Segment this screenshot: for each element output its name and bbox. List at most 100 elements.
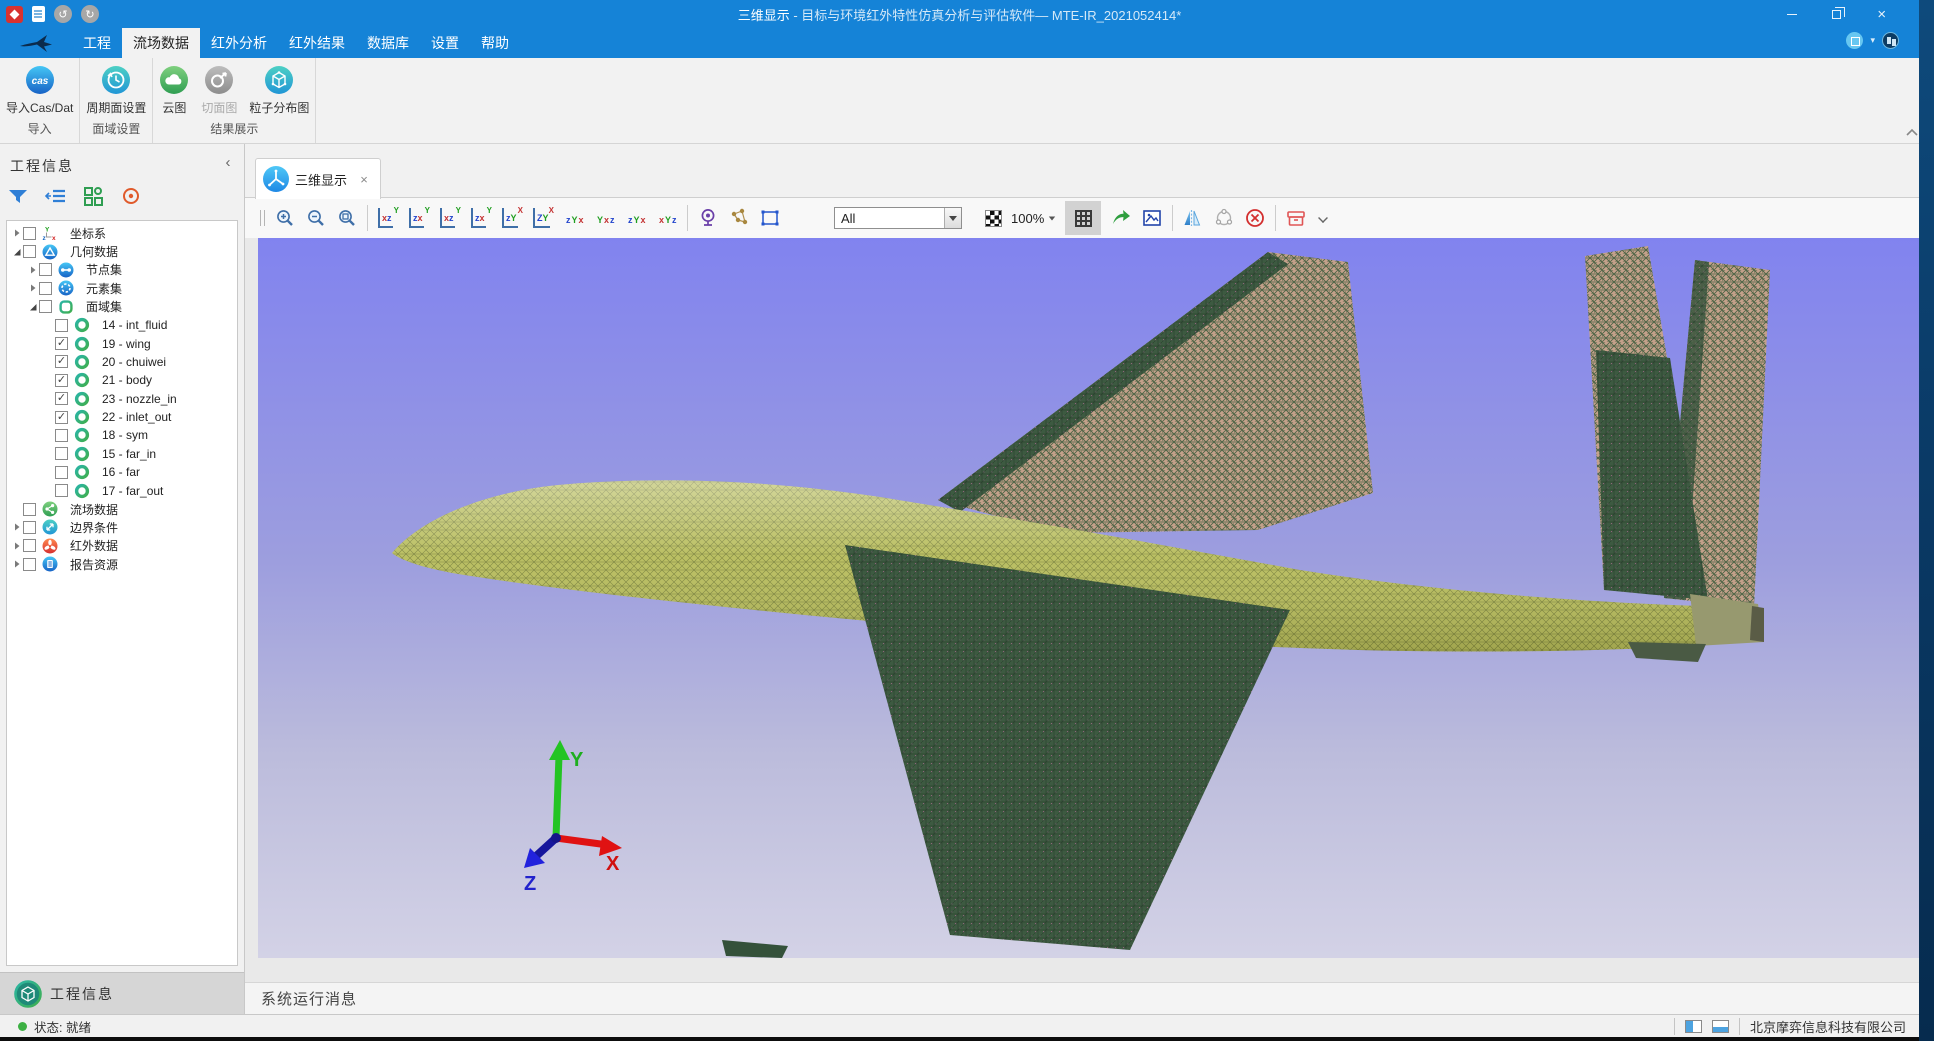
view-axis-button-1[interactable]: xzY: [377, 208, 399, 228]
export-share-button[interactable]: [1110, 207, 1132, 229]
checkbox-face-17-far_out[interactable]: [55, 484, 68, 497]
restore-button[interactable]: [1814, 0, 1859, 28]
tree-item-face-20-chuiwei[interactable]: ✓20 - chuiwei: [7, 353, 237, 371]
filter-icon[interactable]: [6, 186, 30, 206]
locate-target-icon[interactable]: [120, 186, 144, 206]
combobox-dropdown-icon[interactable]: [944, 208, 961, 228]
checkbox-boundary-conditions[interactable]: [23, 521, 36, 534]
tree-item-face-set[interactable]: 面域集: [7, 298, 237, 316]
tree-item-geometry-data[interactable]: 几何数据: [7, 242, 237, 260]
delete-button[interactable]: [1244, 207, 1266, 229]
tree-collapsed-arrow-icon[interactable]: [27, 282, 39, 294]
checkbox-face-15-far_in[interactable]: [55, 447, 68, 460]
view-axis-button-6[interactable]: ZYX: [532, 208, 554, 228]
snapshot-button[interactable]: [1141, 207, 1163, 229]
ribbon-button-slice[interactable]: 切面图: [195, 63, 243, 116]
checkbox-face-21-body[interactable]: ✓: [55, 374, 68, 387]
tab-3d-display[interactable]: 三维显示 ×: [255, 158, 381, 199]
zoom-level-dropdown[interactable]: 100%: [1011, 211, 1056, 226]
tree-collapsed-arrow-icon[interactable]: [11, 521, 23, 533]
viewport-3d[interactable]: Y X Z: [258, 238, 1919, 958]
ribbon-button-particle[interactable]: 粒子分布图: [243, 63, 315, 116]
zoom-in-button[interactable]: [274, 207, 296, 229]
checkbox-geometry-data[interactable]: [23, 245, 36, 258]
checkbox-node-set[interactable]: [39, 263, 52, 276]
checkbox-report-resources[interactable]: [23, 558, 36, 571]
tab-close-icon[interactable]: ×: [357, 172, 371, 187]
grid-view-icon[interactable]: [82, 186, 106, 206]
layout-bottom-panel-icon[interactable]: [1712, 1020, 1729, 1033]
ribbon-button-cas[interactable]: cas导入Cas/Dat: [0, 63, 79, 116]
menu-item-4[interactable]: 红外结果: [278, 28, 356, 58]
mesh-grid-toggle-button[interactable]: [1065, 201, 1101, 235]
view-axis-button-4[interactable]: zxY: [470, 208, 492, 228]
view-axis-button-3[interactable]: xzY: [439, 208, 461, 228]
checkbox-flow-field-data[interactable]: [23, 503, 36, 516]
checkbox-face-20-chuiwei[interactable]: ✓: [55, 355, 68, 368]
zoom-fit-button[interactable]: [336, 207, 358, 229]
tree-item-face-22-inlet_out[interactable]: ✓22 - inlet_out: [7, 408, 237, 426]
style-button[interactable]: [1846, 32, 1863, 49]
tree-expanded-arrow-icon[interactable]: [27, 301, 39, 313]
checkbox-face-19-wing[interactable]: ✓: [55, 337, 68, 350]
menu-item-6[interactable]: 设置: [420, 28, 470, 58]
menu-item-1[interactable]: 工程: [72, 28, 122, 58]
checkbox-face-18-sym[interactable]: [55, 429, 68, 442]
menu-item-5[interactable]: 数据库: [356, 28, 420, 58]
tree-item-face-16-far[interactable]: 16 - far: [7, 463, 237, 481]
ribbon-button-cloud[interactable]: 云图: [153, 63, 195, 116]
tree-item-face-23-nozzle_in[interactable]: ✓23 - nozzle_in: [7, 390, 237, 408]
box-select-button[interactable]: [759, 207, 781, 229]
dither-transparency-icon[interactable]: [985, 210, 1002, 227]
ribbon-button-clock[interactable]: 周期面设置: [80, 63, 152, 116]
display-filter-combobox[interactable]: All: [834, 207, 962, 229]
new-document-icon[interactable]: [32, 6, 45, 22]
view-axis-button-5[interactable]: zYX: [501, 208, 523, 228]
camera-view-button[interactable]: [697, 207, 719, 229]
tree-item-face-18-sym[interactable]: 18 - sym: [7, 426, 237, 444]
panel-bottom-tab[interactable]: 工程信息: [0, 972, 244, 1014]
tree-item-flow-field-data[interactable]: 流场数据: [7, 500, 237, 518]
view-axis-button-2[interactable]: zxY: [408, 208, 430, 228]
zoom-out-button[interactable]: [305, 207, 327, 229]
layout-left-panel-icon[interactable]: [1685, 1020, 1702, 1033]
style-dropdown-caret-icon[interactable]: ▾: [1870, 35, 1875, 46]
list-outline-icon[interactable]: [44, 186, 68, 206]
undo-icon[interactable]: ↺: [54, 5, 72, 23]
checkbox-infrared-data[interactable]: [23, 539, 36, 552]
checkbox-face-16-far[interactable]: [55, 466, 68, 479]
tree-item-face-21-body[interactable]: ✓21 - body: [7, 371, 237, 389]
checkbox-face-22-inlet_out[interactable]: ✓: [55, 411, 68, 424]
node-group-button[interactable]: [1213, 207, 1235, 229]
view-axis-button-10[interactable]: xYz: [656, 208, 678, 228]
view-axis-button-8[interactable]: Yxz: [594, 208, 616, 228]
checkbox-coordinate-system[interactable]: [23, 227, 36, 240]
view-axis-button-9[interactable]: zYx: [625, 208, 647, 228]
close-button[interactable]: ×: [1859, 0, 1904, 28]
tree-collapsed-arrow-icon[interactable]: [11, 558, 23, 570]
mirror-button[interactable]: [1182, 207, 1204, 229]
tree-item-face-17-far_out[interactable]: 17 - far_out: [7, 481, 237, 499]
checkbox-face-14-int_fluid[interactable]: [55, 319, 68, 332]
tree-item-element-set[interactable]: 元素集: [7, 279, 237, 297]
tree-item-face-15-far_in[interactable]: 15 - far_in: [7, 445, 237, 463]
menu-item-3[interactable]: 红外分析: [200, 28, 278, 58]
tree-item-coordinate-system[interactable]: Yzx坐标系: [7, 224, 237, 242]
checkbox-element-set[interactable]: [39, 282, 52, 295]
menu-item-7[interactable]: 帮助: [470, 28, 520, 58]
tree-item-infrared-data[interactable]: 红外数据: [7, 537, 237, 555]
archive-box-button[interactable]: [1285, 207, 1307, 229]
toolbar-more-caret-icon[interactable]: [1318, 213, 1328, 223]
redo-icon[interactable]: ↻: [81, 5, 99, 23]
ribbon-collapse-button[interactable]: [1904, 126, 1920, 140]
tree-collapsed-arrow-icon[interactable]: [11, 540, 23, 552]
checkbox-face-set[interactable]: [39, 300, 52, 313]
menu-item-2[interactable]: 流场数据: [122, 28, 200, 58]
tree-collapsed-arrow-icon[interactable]: [11, 227, 23, 239]
tree-item-node-set[interactable]: 节点集: [7, 261, 237, 279]
tree-collapsed-arrow-icon[interactable]: [27, 264, 39, 276]
minimize-button[interactable]: [1769, 0, 1814, 28]
panel-collapse-button[interactable]: ‹: [220, 154, 236, 171]
tree-expanded-arrow-icon[interactable]: [11, 246, 23, 258]
tree-item-report-resources[interactable]: 报告资源: [7, 555, 237, 573]
